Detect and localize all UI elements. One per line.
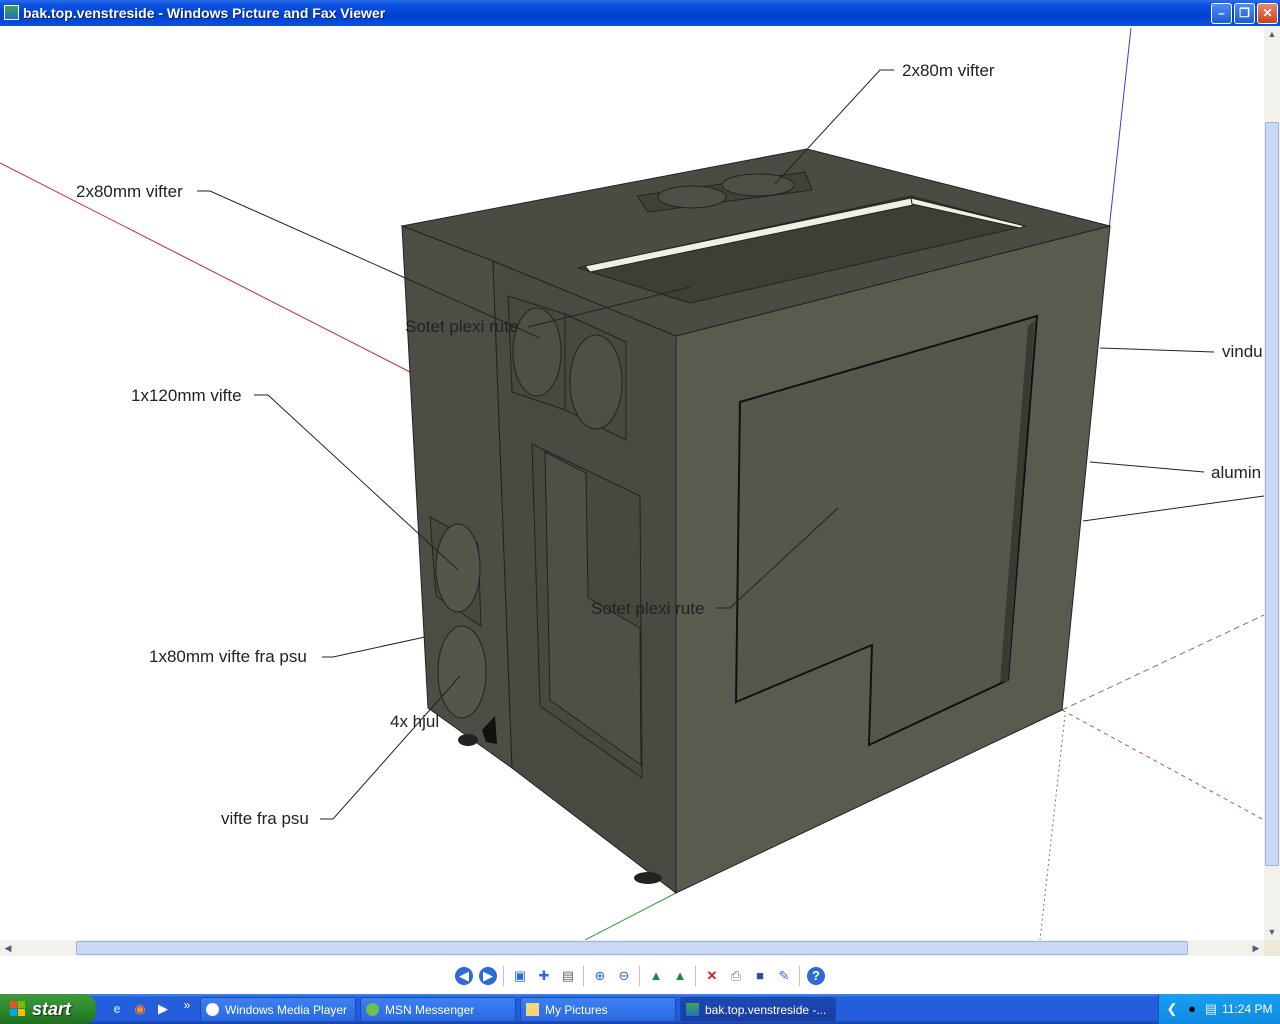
maximize-button[interactable]: ❐ (1234, 3, 1255, 24)
task-windows-media-player[interactable]: Windows Media Player (200, 997, 356, 1022)
slideshow-icon[interactable]: ▤ (559, 967, 577, 985)
guide-line (1061, 614, 1264, 711)
title-bar[interactable]: bak.top.venstreside - Windows Picture an… (0, 0, 1280, 26)
vertical-scroll-thumb[interactable] (1265, 122, 1279, 866)
more-quick-launch[interactable]: » (178, 996, 196, 1014)
fan-120mm (435, 523, 481, 613)
steam-icon[interactable]: ● (1183, 1000, 1201, 1018)
scroll-down-icon[interactable]: ▼ (1264, 924, 1280, 940)
picture-viewer-icon (4, 5, 19, 20)
windows-logo-icon (10, 1001, 25, 1016)
task-my-pictures[interactable]: My Pictures (520, 997, 676, 1022)
start-button[interactable]: start (0, 994, 96, 1024)
callout-side-fans: 2x80mm vifter (76, 182, 183, 201)
callout-aluminium: alumin (1211, 463, 1262, 482)
image-viewport[interactable]: 2x80m vifter 2x80mm vifter Sotet plexi r… (0, 26, 1264, 940)
callout-psu-fan: vifte fra psu (221, 809, 309, 828)
close-button[interactable]: ✕ (1257, 3, 1278, 24)
best-fit-icon[interactable]: ▣ (511, 967, 529, 985)
previous-image-icon[interactable]: ◀ (455, 967, 473, 985)
task-picture-viewer[interactable]: bak.top.venstreside -... (680, 997, 836, 1022)
firefox-icon[interactable]: ◉ (131, 1000, 149, 1018)
network-icon[interactable]: ▤ (1202, 1000, 1220, 1018)
rotate-counterclockwise-icon[interactable]: ▲ (671, 967, 689, 985)
scroll-right-icon[interactable]: ▶ (1248, 940, 1264, 956)
viewer-toolbar (0, 956, 1280, 994)
top-fan-2 (721, 173, 795, 197)
rotate-clockwise-icon[interactable]: ▲ (647, 967, 665, 985)
folder-icon (526, 1003, 539, 1016)
horizontal-scroll-thumb[interactable] (76, 941, 1188, 955)
edit-icon[interactable]: ✎ (775, 967, 793, 985)
side-fan-1 (512, 307, 562, 397)
save-icon[interactable]: ■ (751, 967, 769, 985)
side-fan-2 (569, 334, 623, 430)
guide-line (1061, 709, 1264, 821)
top-fan-1 (657, 185, 727, 209)
guide-line (1039, 714, 1066, 940)
start-label: start (32, 999, 72, 1019)
blue-axis (1108, 27, 1132, 231)
print-icon[interactable]: ⎙ (727, 967, 745, 985)
clock: 11:24 PM (1222, 1002, 1273, 1016)
callout-fan-120: 1x120mm vifte (131, 386, 242, 405)
media-player-icon[interactable]: ▶ (154, 1000, 172, 1018)
callout-window: vindu (1222, 342, 1263, 361)
internet-explorer-icon[interactable]: e (108, 1000, 126, 1018)
zoom-out-icon[interactable]: ⊖ (615, 967, 633, 985)
actual-size-icon[interactable]: ✚ (535, 967, 553, 985)
show-hidden-icons-icon[interactable]: ❮ (1163, 1000, 1181, 1018)
task-msn-messenger[interactable]: MSN Messenger (360, 997, 516, 1022)
picture-viewer-icon (686, 1003, 699, 1016)
vertical-scrollbar[interactable]: ▲ ▼ (1264, 26, 1280, 940)
red-axis (0, 162, 411, 373)
media-player-icon (206, 1003, 219, 1016)
help-icon[interactable]: ? (807, 967, 825, 985)
green-axis (584, 892, 677, 940)
delete-icon[interactable]: ✕ (703, 967, 721, 985)
sketchup-render (0, 27, 1264, 940)
msn-icon (366, 1003, 379, 1016)
callout-top-fans: 2x80m vifter (902, 61, 995, 80)
minimize-button[interactable]: – (1211, 3, 1232, 24)
fan-psu (437, 625, 487, 719)
scroll-up-icon[interactable]: ▲ (1264, 26, 1280, 42)
callout-side-plexi: Sotet plexi rute (591, 599, 705, 618)
callout-fan-psu-80: 1x80mm vifte fra psu (149, 647, 307, 666)
scroll-left-icon[interactable]: ◀ (0, 940, 16, 956)
window-title: bak.top.venstreside - Windows Picture an… (23, 5, 386, 21)
zoom-in-icon[interactable]: ⊕ (591, 967, 609, 985)
callout-wheels: 4x hjul (390, 712, 440, 731)
callout-top-plexi: Sotet plexi rute (405, 317, 519, 336)
horizontal-scrollbar[interactable]: ◀ ▶ (0, 940, 1264, 956)
scrollbar-corner (1264, 940, 1280, 956)
next-image-icon[interactable]: ▶ (479, 967, 497, 985)
